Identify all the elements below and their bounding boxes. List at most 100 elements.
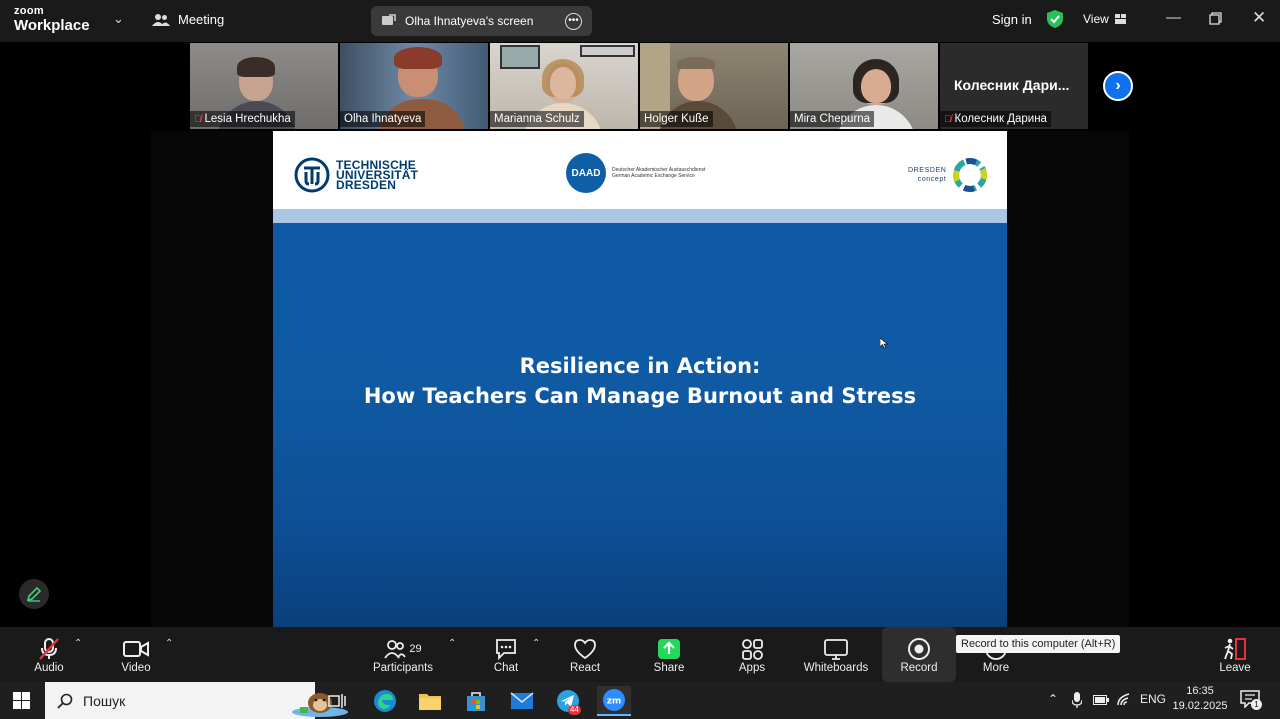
minimize-icon[interactable]: — (1166, 9, 1181, 26)
edge-app[interactable] (368, 686, 402, 716)
clock-time: 16:35 (1186, 685, 1214, 697)
zoom-app-icon: zm (603, 689, 625, 711)
participant-name: Lesia Hrechukha (204, 113, 291, 125)
share-label: Share (653, 661, 685, 674)
shared-screen-label: Olha Ihnatyeva's screen (405, 14, 534, 28)
video-label: Video (121, 661, 151, 674)
folder-icon (419, 694, 441, 710)
audio-label: Audio (34, 661, 64, 674)
shared-screen-pill[interactable]: Olha Ihnatyeva's screen ••• (371, 6, 592, 36)
more-label: More (982, 661, 1010, 674)
store-app[interactable] (459, 686, 493, 716)
slide-title-line-1: Resilience in Action: (519, 354, 761, 378)
notifications-button[interactable]: 1 (1240, 690, 1262, 713)
audio-button[interactable]: Audio (28, 627, 70, 682)
view-label: View (1083, 12, 1109, 26)
tray-overflow-icon[interactable]: ⌃ (1048, 692, 1058, 706)
close-icon[interactable]: ✕ (1252, 8, 1266, 28)
zoom-app[interactable]: zm (597, 686, 631, 716)
taskbar-clock[interactable]: 16:35 19.02.2025 (1172, 684, 1228, 714)
search-placeholder: Пошук (83, 692, 126, 709)
taskbar-search-box[interactable]: Пошук (45, 682, 348, 719)
whiteboards-label: Whiteboards (803, 661, 869, 674)
sign-in-link[interactable]: Sign in (992, 12, 1032, 27)
leave-door-icon (1224, 637, 1246, 660)
telegram-badge: 44 (568, 705, 581, 715)
video-button[interactable]: Video (116, 627, 156, 682)
participant-tile[interactable]: Колесник Дари... 🎙̸ Колесник Дарина (940, 43, 1088, 129)
presentation-slide: TECHNISCHE UNIVERSITÄT DRESDEN DAAD Deut… (273, 131, 1007, 627)
search-icon (57, 693, 73, 709)
chat-button[interactable]: Chat (488, 627, 524, 682)
meeting-info-button[interactable]: Meeting (152, 12, 224, 27)
restore-icon[interactable] (1209, 12, 1222, 25)
mic-muted-icon: 🎙̸ (944, 113, 952, 125)
file-explorer-app[interactable] (413, 686, 447, 716)
edge-browser-icon (374, 690, 396, 712)
react-label: React (569, 661, 601, 674)
slide-title-line-2: How Teachers Can Manage Burnout and Stre… (363, 384, 917, 408)
apps-button[interactable]: Apps (734, 627, 770, 682)
top-bar: zoom Workplace ⌄ Meeting Olha Ihnatyeva'… (0, 0, 1280, 42)
record-button[interactable]: Record (882, 627, 956, 682)
slide-header: TECHNISCHE UNIVERSITÄT DRESDEN DAAD Deut… (273, 131, 1007, 209)
pencil-icon (26, 586, 42, 602)
chevron-down-icon[interactable]: ⌄ (113, 11, 124, 27)
battery-icon[interactable] (1093, 695, 1109, 705)
mic-muted-icon: 🎙̸ (194, 113, 202, 125)
chat-options-caret-icon[interactable]: ⌃ (532, 638, 540, 649)
participant-tile[interactable]: Holger Kuße (640, 43, 788, 129)
record-label: Record (900, 661, 938, 674)
wifi-icon[interactable] (1117, 692, 1133, 706)
tu-dresden-logo: TECHNISCHE UNIVERSITÄT DRESDEN (294, 157, 418, 193)
tray-mic-icon[interactable] (1072, 692, 1082, 708)
daad-badge: DAAD (566, 153, 606, 193)
slide-title: Resilience in Action: How Teachers Can M… (273, 351, 1007, 411)
whiteboards-button[interactable]: Whiteboards (800, 627, 872, 682)
store-bag-icon (467, 692, 485, 711)
view-button[interactable]: View (1083, 12, 1127, 26)
chat-bubble-icon (496, 638, 516, 660)
zoom-logo[interactable]: zoom Workplace (14, 5, 90, 34)
participants-count: 29 (409, 642, 422, 655)
mail-app[interactable] (505, 686, 539, 716)
participants-button[interactable]: 29 Participants (370, 627, 436, 682)
video-options-caret-icon[interactable]: ⌃ (165, 638, 173, 649)
participant-tile[interactable]: Marianna Schulz (490, 43, 638, 129)
annotate-button[interactable] (19, 579, 49, 609)
participant-tile-active-speaker[interactable]: Olha Ihnatyeva (340, 43, 488, 129)
next-page-button[interactable]: › (1103, 71, 1133, 101)
notification-count: 1 (1251, 699, 1262, 710)
participant-display-name: Колесник Дари... (954, 77, 1070, 93)
slide-stripe (273, 209, 1007, 223)
tu-dresden-emblem-icon (294, 157, 330, 193)
participant-tile[interactable]: Mira Chepurna (790, 43, 938, 129)
heart-icon (574, 638, 596, 659)
telegram-app[interactable]: 44 (551, 686, 585, 716)
react-button[interactable]: React (566, 627, 604, 682)
brand-top: zoom (14, 5, 44, 17)
video-camera-icon (123, 640, 149, 657)
participants-options-caret-icon[interactable]: ⌃ (448, 638, 456, 649)
task-view-button[interactable] (320, 686, 354, 716)
share-button[interactable]: Share (650, 627, 688, 682)
mail-envelope-icon (510, 692, 534, 709)
daad-logo: DAAD Deutscher Akademischer Austauschdie… (566, 153, 705, 193)
dresden-concept-emblem-icon (953, 158, 988, 192)
leave-label: Leave (1219, 661, 1251, 674)
encryption-shield-icon[interactable] (1046, 9, 1064, 29)
participants-icon (384, 639, 407, 659)
task-view-icon (328, 694, 346, 708)
chat-label: Chat (493, 661, 519, 674)
windows-start-icon[interactable] (13, 692, 30, 709)
participant-tile[interactable]: 🎙̸ Lesia Hrechukha (190, 43, 338, 129)
chevron-right-icon: › (1115, 77, 1121, 94)
windows-taskbar: Пошук 44 zm ⌃ ENG 16:35 19.02.2025 1 (0, 682, 1280, 719)
more-options-icon[interactable]: ••• (565, 12, 582, 30)
audio-options-caret-icon[interactable]: ⌃ (74, 638, 82, 649)
dresden-line-1: DRESDEN (908, 167, 947, 174)
participant-name: Olha Ihnatyeva (344, 113, 422, 125)
mouse-cursor-icon (880, 338, 888, 348)
language-indicator[interactable]: ENG (1140, 692, 1166, 706)
leave-button[interactable]: Leave (1216, 627, 1254, 682)
